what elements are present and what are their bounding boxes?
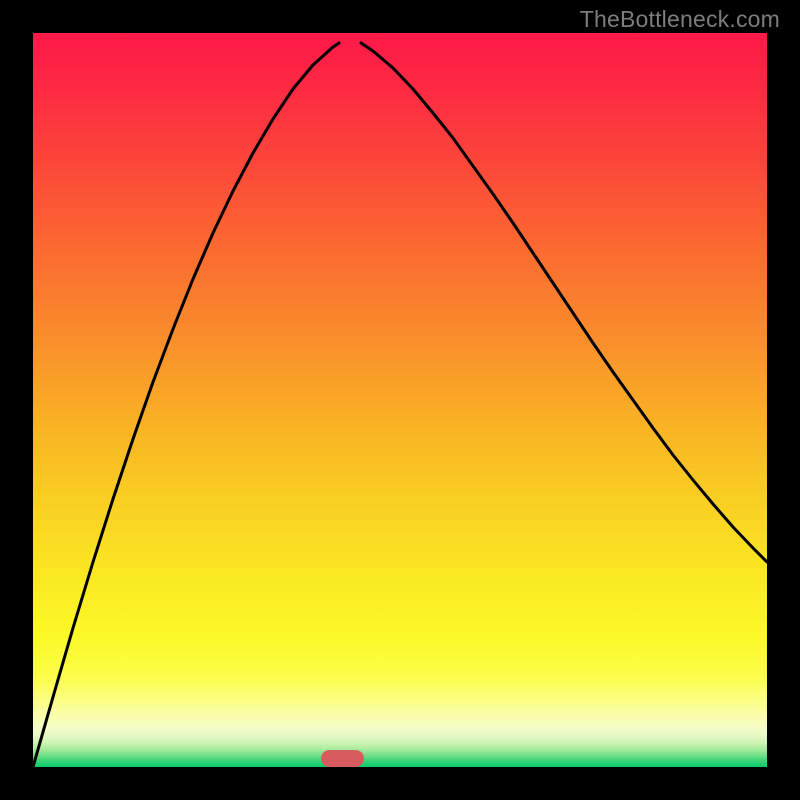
plot-area <box>33 33 767 767</box>
curve-layer <box>33 33 767 767</box>
watermark-text: TheBottleneck.com <box>580 6 780 33</box>
curve-left-curve <box>33 43 339 767</box>
curve-right-curve <box>361 43 767 562</box>
chart-frame: TheBottleneck.com <box>0 0 800 800</box>
